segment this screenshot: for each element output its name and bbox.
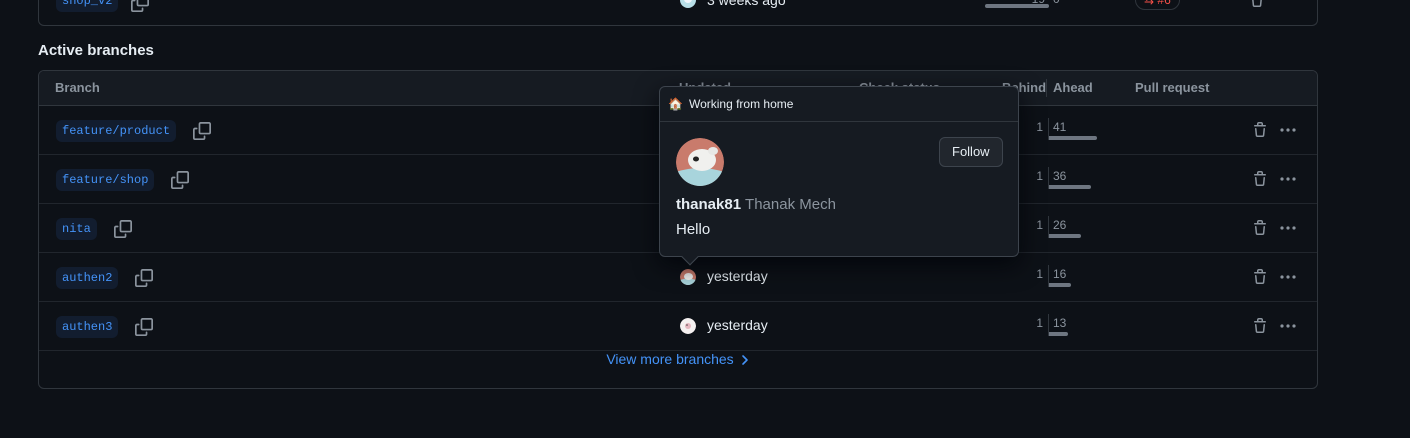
kebab-menu-icon[interactable] xyxy=(1279,269,1297,285)
user-login[interactable]: thanak81 xyxy=(676,196,741,213)
trash-icon[interactable] xyxy=(1252,171,1268,187)
behind-count: 1 xyxy=(1036,169,1043,183)
trash-icon[interactable] xyxy=(1252,269,1268,285)
kebab-menu-icon[interactable] xyxy=(1279,171,1297,187)
user-avatar[interactable] xyxy=(676,138,724,186)
ahead-count: 0 xyxy=(1053,0,1060,6)
trash-icon[interactable] xyxy=(1252,318,1268,334)
copy-icon[interactable] xyxy=(135,318,153,336)
table-row: authen3 yesterday 1 13 xyxy=(39,302,1317,351)
ahead-bar xyxy=(1049,136,1097,140)
copy-icon[interactable] xyxy=(135,269,153,287)
pull-request-badge[interactable]: ⇆ #6 xyxy=(1135,0,1180,10)
copy-icon[interactable] xyxy=(114,220,132,238)
column-header-pull-request: Pull request xyxy=(1135,80,1210,95)
branch-name-chip[interactable]: feature/shop xyxy=(56,169,155,191)
section-title: Active branches xyxy=(38,42,154,59)
branch-name-chip[interactable]: authen3 xyxy=(56,316,119,338)
previous-branches-table: shop_v2 3 weeks ago 19 0 ⇆ #6 xyxy=(38,0,1318,26)
branch-name-chip[interactable]: authen2 xyxy=(56,267,119,289)
column-header-ahead: Ahead xyxy=(1053,80,1093,95)
ahead-bar xyxy=(1049,185,1091,189)
view-more-branches-link[interactable]: View more branches xyxy=(606,351,749,367)
chevron-right-icon xyxy=(740,354,750,366)
user-full-name: Thanak Mech xyxy=(745,196,836,213)
ahead-count: 41 xyxy=(1053,120,1067,134)
copy-icon[interactable] xyxy=(171,171,189,189)
branch-name-chip[interactable]: nita xyxy=(56,218,97,240)
kebab-menu-icon[interactable] xyxy=(1277,0,1295,6)
behind-count: 1 xyxy=(1036,267,1043,281)
copy-icon[interactable] xyxy=(131,0,149,12)
trash-icon[interactable] xyxy=(1252,220,1268,236)
behind-count: 19 xyxy=(1029,0,1045,6)
updated-time: yesterday xyxy=(707,317,768,333)
avatar[interactable] xyxy=(680,269,696,285)
ahead-bar xyxy=(1049,234,1081,238)
view-more-container: View more branches xyxy=(39,351,1317,367)
ahead-bar xyxy=(1049,332,1068,336)
kebab-menu-icon[interactable] xyxy=(1279,318,1297,334)
status-text: Working from home xyxy=(688,97,794,111)
user-names: thanak81 Thanak Mech xyxy=(676,196,836,213)
behind-count: 1 xyxy=(1036,316,1043,330)
kebab-menu-icon[interactable] xyxy=(1279,122,1297,138)
trash-icon[interactable] xyxy=(1252,122,1268,138)
updated-time: yesterday xyxy=(707,268,768,284)
ahead-count: 16 xyxy=(1053,267,1067,281)
ahead-count: 13 xyxy=(1053,316,1067,330)
column-header-branch: Branch xyxy=(55,80,100,95)
behind-count: 1 xyxy=(1036,218,1043,232)
table-row: authen2 yesterday 1 16 xyxy=(39,253,1317,302)
branch-name-chip[interactable]: feature/product xyxy=(56,120,177,142)
behind-count: 1 xyxy=(1036,120,1043,134)
branch-name-chip[interactable]: shop_v2 xyxy=(56,0,119,12)
copy-icon[interactable] xyxy=(193,122,211,140)
follow-button[interactable]: Follow xyxy=(939,137,1003,167)
user-hovercard: 🏠 Working from home Follow thanak81 Thanak… xyxy=(659,86,1019,266)
ahead-count: 36 xyxy=(1053,169,1067,183)
ahead-bar xyxy=(1049,283,1071,287)
pull-request-number: #6 xyxy=(1157,0,1171,7)
view-more-label: View more branches xyxy=(606,351,734,367)
status-emoji: 🏠 xyxy=(668,97,683,111)
user-status: 🏠 Working from home xyxy=(660,87,1018,122)
ahead-count: 26 xyxy=(1053,218,1067,232)
updated-time: 3 weeks ago xyxy=(707,0,786,8)
avatar[interactable] xyxy=(680,318,696,334)
header-divider xyxy=(1046,79,1047,97)
user-bio: Hello xyxy=(676,221,711,238)
avatar[interactable] xyxy=(680,0,696,8)
kebab-menu-icon[interactable] xyxy=(1279,220,1297,236)
trash-icon[interactable] xyxy=(1249,0,1265,8)
